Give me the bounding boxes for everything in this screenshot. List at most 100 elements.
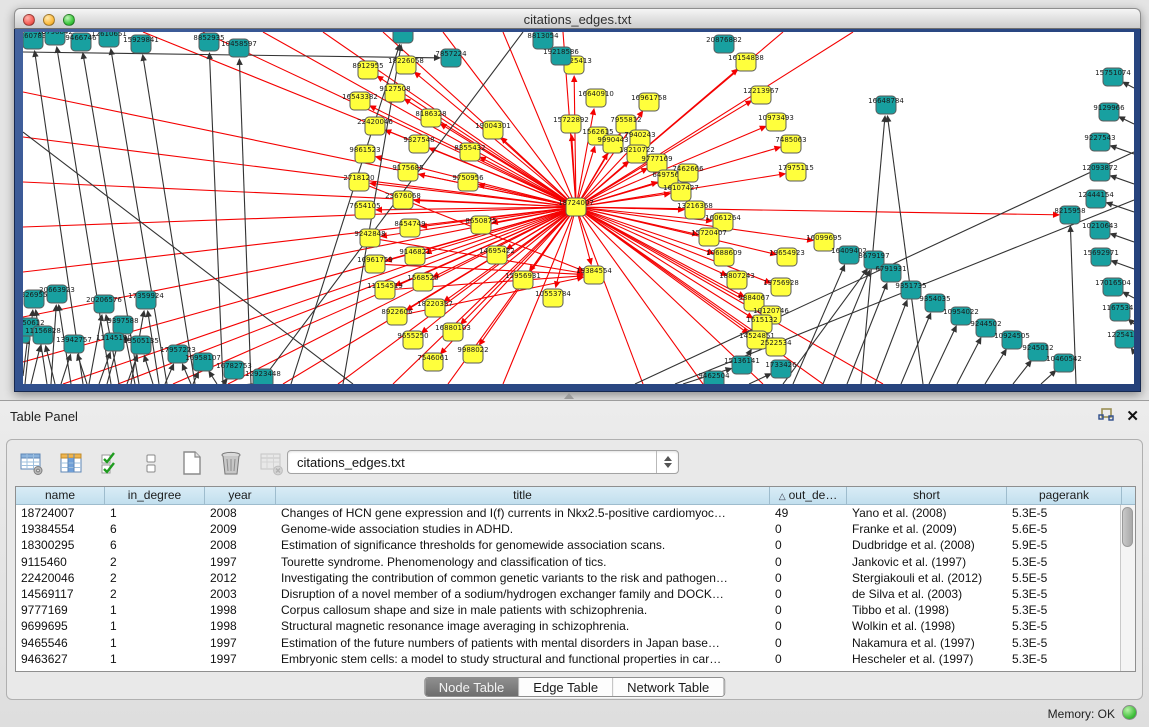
network-edge[interactable] [1013, 365, 1028, 384]
network-edge[interactable] [445, 126, 576, 207]
network-node[interactable]: 10553784 [535, 289, 571, 307]
table-row[interactable]: 1938455462009Genome-wide association stu… [16, 521, 1135, 537]
network-node[interactable]: 16640910 [578, 89, 614, 107]
tab-network-table[interactable]: Network Table [613, 678, 724, 696]
network-edge[interactable] [985, 354, 1004, 384]
rows-icon[interactable] [137, 449, 165, 477]
show-columns-icon[interactable] [57, 449, 85, 477]
table-row[interactable]: 946362711997Embryonic stem cells: a mode… [16, 651, 1135, 667]
table-selector-dropdown[interactable]: citations_edges.txt [287, 450, 679, 474]
network-edge[interactable] [1116, 262, 1134, 269]
table-mode-icon[interactable] [17, 449, 45, 477]
network-edge[interactable] [210, 58, 223, 384]
table-row[interactable]: 969969511998Structural magnetic resonanc… [16, 618, 1135, 634]
network-node[interactable]: 15956931 [505, 271, 541, 289]
network-edge[interactable] [51, 310, 56, 384]
network-node[interactable]: 8852935 [193, 33, 224, 51]
network-node[interactable]: 10688609 [706, 248, 742, 266]
splitter-handle[interactable] [560, 393, 578, 400]
network-edge[interactable] [749, 376, 767, 384]
network-edge[interactable] [875, 305, 905, 384]
network-node[interactable]: 9242848 [354, 229, 385, 247]
new-table-icon[interactable] [177, 449, 205, 477]
network-edge[interactable] [929, 330, 954, 384]
network-edge[interactable] [23, 137, 576, 207]
node-label: 13216368 [677, 202, 713, 210]
column-header-year[interactable]: year [205, 487, 276, 504]
float-panel-icon[interactable] [1098, 407, 1114, 427]
tab-edge-table[interactable]: Edge Table [519, 678, 613, 696]
window-titlebar[interactable]: citations_edges.txt [14, 8, 1141, 29]
scrollbar-thumb[interactable] [1122, 507, 1133, 547]
network-node[interactable]: 16648784 [868, 96, 904, 114]
network-edge[interactable] [576, 207, 1054, 215]
network-node[interactable]: 8813054 [527, 32, 559, 49]
column-header-pagerank[interactable]: pagerank [1007, 487, 1122, 504]
network-edge[interactable] [1123, 119, 1134, 124]
table-row[interactable]: 977716911998Corpus callosum shape and si… [16, 602, 1135, 618]
network-edge[interactable] [1115, 235, 1134, 242]
table-row[interactable]: 2242004622012Investigating the contribut… [16, 570, 1135, 586]
network-node[interactable]: 9227543 [1084, 133, 1115, 151]
network-node[interactable]: 16033809 [385, 32, 421, 43]
network-node[interactable]: 17975115 [778, 163, 814, 181]
network-node[interactable]: 18220357 [417, 299, 453, 317]
column-header-out_de[interactable]: △out_de… [770, 487, 847, 504]
network-node[interactable]: 12093872 [1082, 163, 1118, 181]
column-header-short[interactable]: short [847, 487, 1007, 504]
network-edge[interactable] [1115, 177, 1134, 184]
tab-node-table[interactable]: Node Table [425, 678, 520, 696]
network-node[interactable]: 17359924 [128, 291, 164, 309]
network-node[interactable]: 9175685 [392, 163, 423, 181]
combo-stepper-icon[interactable] [656, 451, 678, 473]
network-node[interactable]: 9327548 [403, 135, 434, 153]
network-node[interactable]: 7546061 [417, 353, 448, 371]
node-label: 17957223 [160, 346, 196, 354]
table-row[interactable]: 1830029562008Estimation of significance … [16, 537, 1135, 553]
network-node[interactable]: 9655250 [397, 331, 428, 349]
table-row[interactable]: 911546021997Tourette syndrome. Phenomeno… [16, 554, 1135, 570]
network-node[interactable]: 9988022 [457, 345, 488, 363]
network-node[interactable]: 10210643 [1082, 221, 1118, 239]
table-row[interactable]: 1872400712008Changes of HCN gene express… [16, 505, 1135, 521]
cell-pagerank: 5.3E-5 [1007, 602, 1122, 618]
column-header-in_degree[interactable]: in_degree [105, 487, 205, 504]
network-edge[interactable] [1127, 294, 1134, 298]
network-node[interactable]: 16961758 [631, 93, 667, 111]
network-edge[interactable] [901, 318, 929, 384]
close-panel-icon[interactable]: ✕ [1126, 409, 1139, 425]
network-edge[interactable] [823, 275, 868, 384]
column-header-title[interactable]: title [276, 487, 770, 504]
network-edge[interactable] [212, 375, 217, 384]
network-node[interactable]: 20876882 [706, 35, 742, 53]
network-edge[interactable] [576, 207, 703, 384]
network-edge[interactable] [31, 351, 39, 384]
network-node[interactable]: 10460542 [1046, 354, 1082, 372]
table-row[interactable]: 946554611997Estimation of the future num… [16, 635, 1135, 651]
network-edge[interactable] [957, 342, 979, 384]
column-header-name[interactable]: name [16, 487, 105, 504]
network-node[interactable]: 7485063 [775, 135, 806, 153]
network-node[interactable]: 19004301 [475, 121, 511, 139]
network-node[interactable]: 15929841 [123, 35, 159, 53]
vertical-scrollbar[interactable] [1120, 505, 1135, 671]
network-node[interactable]: 11675345 [1102, 303, 1134, 321]
memory-indicator-icon[interactable] [1122, 705, 1137, 720]
network-node[interactable]: 6791931 [875, 264, 906, 282]
network-node[interactable]: 9462504 [698, 371, 730, 384]
network-edge[interactable] [146, 360, 153, 384]
delete-table-icon[interactable] [217, 449, 245, 477]
network-edge[interactable] [1041, 374, 1052, 384]
network-edge[interactable] [576, 207, 643, 384]
network-edge[interactable] [1127, 84, 1134, 88]
selection-mode-icon[interactable] [97, 449, 125, 477]
network-edge[interactable] [89, 320, 101, 384]
network-node[interactable]: 20206576 [86, 295, 122, 313]
network-node[interactable]: 15720407 [691, 228, 727, 246]
network-canvas[interactable]: 1872400789129551822605891275081654338222… [23, 32, 1134, 384]
network-node[interactable]: 12254104 [1107, 330, 1134, 348]
network-node[interactable]: 2718120 [343, 173, 374, 191]
table-row[interactable]: 1456911722003Disruption of a novel membe… [16, 586, 1135, 602]
network-node[interactable]: 19654923 [769, 248, 805, 266]
network-node[interactable]: 16154838 [728, 53, 764, 71]
